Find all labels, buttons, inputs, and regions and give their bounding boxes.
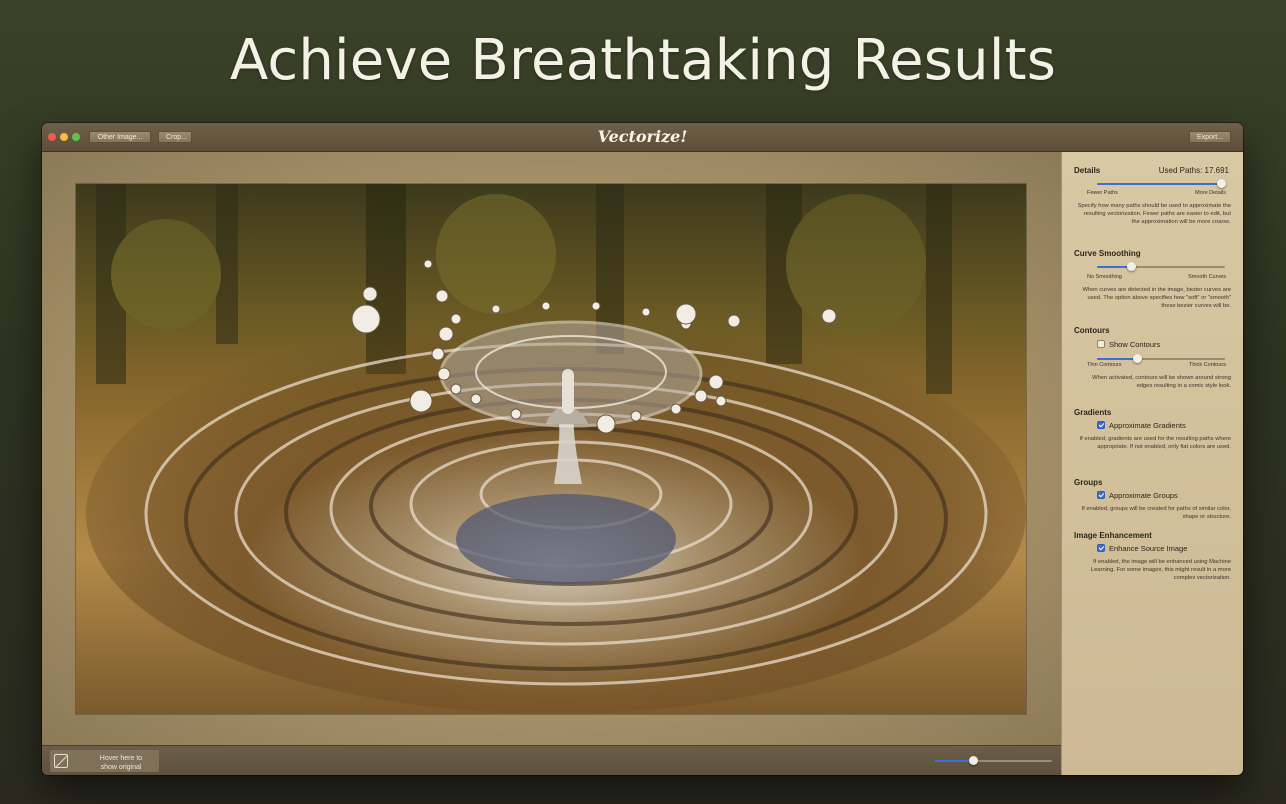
show-contours-label: Show Contours [1109, 340, 1161, 349]
used-paths-count: Used Paths: 17.691 [1158, 166, 1229, 175]
groups-title: Groups [1074, 478, 1103, 487]
contours-slider-fill [1097, 358, 1138, 360]
curve-smoothing-min-label: No Smoothing [1087, 274, 1122, 280]
details-min-label: Fewer Paths [1087, 190, 1118, 196]
compare-icon [54, 754, 68, 768]
details-title: Details [1074, 166, 1101, 175]
contours-description: When activated, contours will be shown a… [1092, 375, 1231, 389]
app-title: Vectorize! [597, 127, 688, 146]
details-max-label: More Details [1195, 190, 1226, 196]
show-contours-checkbox-box[interactable] [1097, 340, 1105, 348]
hover-show-original[interactable]: Hover here to show original [50, 750, 159, 772]
enhance-source-image-checkbox[interactable]: Enhance Source Image [1097, 544, 1187, 553]
bottom-toolbar: Hover here to show original [42, 745, 1061, 775]
headline: Achieve Breathtaking Results [229, 28, 1057, 93]
approximate-groups-checkbox[interactable]: Approximate Groups [1097, 491, 1178, 500]
vectorized-image[interactable] [75, 183, 1027, 715]
curve-smoothing-slider[interactable] [1097, 262, 1225, 271]
image-enhancement-title: Image Enhancement [1074, 531, 1152, 540]
contours-max-label: Thick Contours [1189, 362, 1226, 368]
water-splash-illustration [76, 184, 1026, 714]
image-enhancement-description: If enabled, the image will be enhanced u… [1090, 559, 1231, 581]
approximate-groups-label: Approximate Groups [1109, 491, 1178, 500]
curve-smoothing-slider-knob[interactable] [1127, 262, 1137, 271]
image-canvas [42, 152, 1061, 745]
settings-sidebar: Details Used Paths: 17.691 Fewer Paths M… [1061, 152, 1243, 775]
app-window: Other Image... Crop... Vectorize! Export… [42, 123, 1243, 775]
gradients-description: If enabled, gradients are used for the r… [1079, 436, 1231, 450]
details-slider[interactable] [1097, 179, 1226, 188]
contours-min-label: Thin Contours [1087, 362, 1122, 368]
export-button[interactable]: Export... [1189, 131, 1231, 143]
details-description: Specify how many paths should be used to… [1077, 203, 1231, 225]
approximate-gradients-label: Approximate Gradients [1109, 421, 1186, 430]
details-slider-knob[interactable] [1216, 179, 1226, 188]
approximate-gradients-checkbox[interactable]: Approximate Gradients [1097, 421, 1186, 430]
enhance-source-image-label: Enhance Source Image [1109, 544, 1188, 553]
enhance-source-image-checkbox-box[interactable] [1097, 544, 1105, 552]
groups-description: If enabled, groups will be created for p… [1081, 506, 1231, 520]
curve-smoothing-description: When curves are detected in the image, b… [1082, 287, 1231, 309]
curve-smoothing-max-label: Smooth Curves [1188, 274, 1226, 280]
gradients-title: Gradients [1074, 408, 1112, 417]
curve-smoothing-title: Curve Smoothing [1074, 249, 1141, 258]
approximate-groups-checkbox-box[interactable] [1097, 491, 1105, 499]
zoom-slider-knob[interactable] [969, 756, 979, 765]
contours-title: Contours [1074, 326, 1110, 335]
contours-slider[interactable] [1097, 354, 1225, 363]
hover-show-original-label: Hover here to show original [99, 755, 143, 771]
zoom-slider[interactable] [935, 756, 1052, 765]
show-contours-checkbox[interactable]: Show Contours [1097, 340, 1160, 349]
contours-slider-knob[interactable] [1133, 354, 1143, 363]
zoom-slider-fill [935, 760, 974, 762]
details-slider-fill [1097, 183, 1222, 185]
approximate-gradients-checkbox-box[interactable] [1097, 421, 1105, 429]
title-bar: Other Image... Crop... Vectorize! Export… [42, 123, 1243, 152]
